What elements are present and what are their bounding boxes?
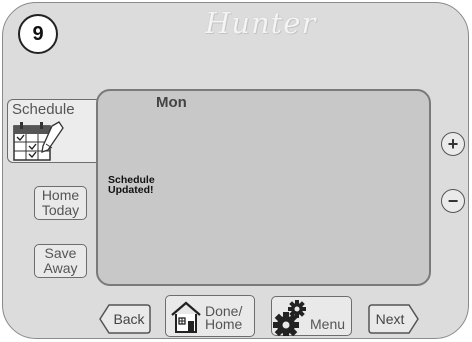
save-away-line2: Away [43, 260, 78, 276]
save-away-line1: Save [44, 245, 77, 261]
brand-logo: Hunter [205, 6, 317, 40]
minus-icon: − [447, 191, 459, 211]
step-number: 9 [32, 22, 44, 45]
increase-button[interactable]: + [441, 132, 465, 156]
save-away-text: Save Away [44, 246, 78, 276]
house-icon [171, 301, 201, 333]
back-button[interactable]: Back [99, 304, 151, 334]
step-number-badge: 9 [18, 14, 58, 54]
next-label: Next [375, 311, 405, 327]
home-today-text: Home Today [42, 188, 79, 218]
gears-icon [273, 300, 306, 336]
decrease-button[interactable]: − [441, 189, 465, 213]
done-home-button[interactable]: Done/ Home [165, 295, 255, 337]
calendar-edit-icon [13, 121, 64, 161]
lcd-screen: Mon Schedule Updated! [96, 89, 431, 286]
back-label: Back [113, 311, 145, 327]
schedule-button[interactable]: Schedule [7, 99, 101, 163]
status-message-line2: Updated! [108, 184, 154, 196]
day-label: Mon [156, 94, 187, 111]
schedule-label: Schedule [12, 101, 75, 118]
next-button[interactable]: Next [368, 304, 419, 334]
plus-icon: + [447, 134, 459, 154]
home-today-line2: Today [41, 202, 80, 218]
menu-label: Menu [310, 316, 346, 332]
menu-button[interactable]: Menu [271, 296, 352, 336]
done-home-text: Done/ Home [205, 304, 243, 332]
home-today-button[interactable]: Home Today [34, 186, 87, 220]
status-message: Schedule Updated! [108, 175, 188, 196]
save-away-button[interactable]: Save Away [34, 244, 87, 278]
home-today-line1: Home [41, 187, 80, 203]
done-home-line2: Home [205, 316, 243, 332]
